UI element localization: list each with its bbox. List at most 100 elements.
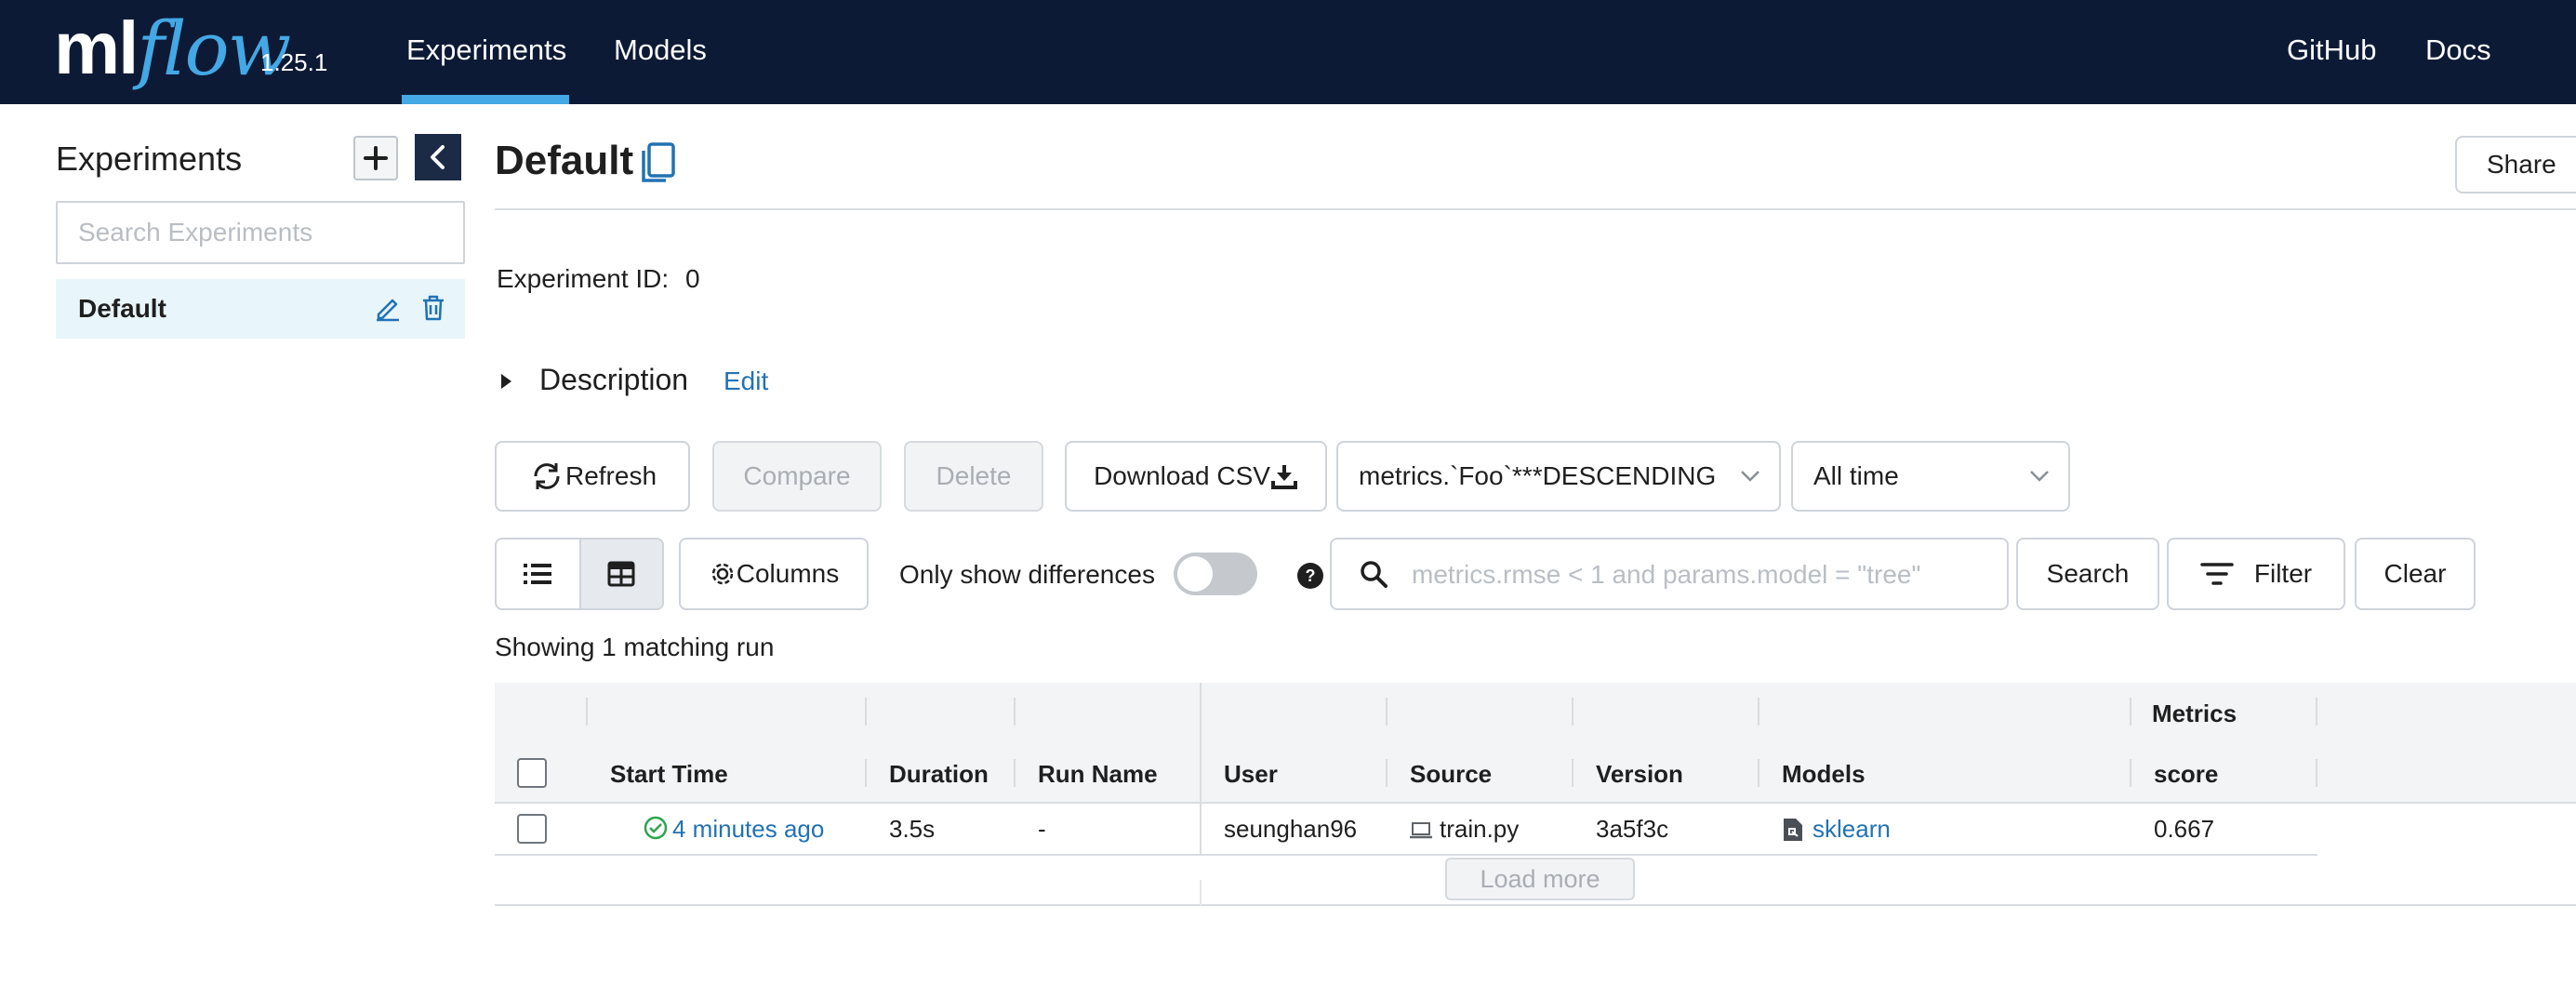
- edit-icon: [377, 299, 399, 322]
- group-col-sep: [1572, 698, 1573, 726]
- run-model-link[interactable]: sklearn: [1812, 815, 1891, 844]
- edit-experiment-button[interactable]: [374, 294, 402, 322]
- column-header-score[interactable]: score: [2154, 760, 2218, 789]
- group-col-sep: [1758, 698, 1759, 726]
- experiment-title: Default: [495, 138, 634, 183]
- description-edit-link[interactable]: Edit: [724, 366, 768, 396]
- columns-button[interactable]: Columns: [679, 538, 869, 610]
- column-header-user[interactable]: User: [1224, 760, 1278, 789]
- col-sep: [1572, 759, 1573, 787]
- run-score: 0.667: [2154, 815, 2215, 843]
- delete-button[interactable]: Delete: [904, 441, 1043, 512]
- run-source[interactable]: train.py: [1440, 815, 1519, 844]
- run-status-indicator: [644, 816, 668, 840]
- download-icon: [1270, 465, 1297, 489]
- header-divider: [495, 208, 2576, 210]
- group-col-sep: [2316, 698, 2317, 726]
- experiment-id-label: Experiment ID:: [497, 264, 670, 293]
- check-circle-icon: [644, 816, 668, 840]
- mlflow-logo[interactable]: ml flow: [54, 4, 291, 93]
- filter-button[interactable]: Filter: [2167, 538, 2345, 610]
- model-type-indicator: [1782, 817, 1804, 843]
- time-range-select[interactable]: All time: [1791, 441, 2070, 512]
- metrics-group-header: Metrics: [2152, 699, 2237, 727]
- search-help-button[interactable]: ?: [1296, 562, 1324, 590]
- column-header-duration[interactable]: Duration: [889, 760, 989, 789]
- table-view-icon: [607, 561, 635, 587]
- nav-docs[interactable]: Docs: [2425, 33, 2491, 67]
- source-type-indicator: [1409, 820, 1433, 841]
- sort-select[interactable]: metrics.`Foo`***DESCENDING: [1336, 441, 1781, 512]
- trash-icon: [423, 295, 444, 321]
- view-mode-toggle: [495, 538, 664, 610]
- load-more-button[interactable]: Load more: [1445, 858, 1635, 900]
- download-csv-label: Download CSV: [1094, 461, 1270, 490]
- nav-active-indicator: [402, 95, 569, 104]
- row-select-checkbox[interactable]: [517, 814, 547, 844]
- column-header-run-name[interactable]: Run Name: [1038, 760, 1158, 789]
- help-icon: ?: [1297, 563, 1323, 589]
- run-start-time-link[interactable]: 4 minutes ago: [672, 815, 824, 844]
- copy-experiment-name-button[interactable]: [640, 141, 677, 184]
- col-sep: [865, 759, 867, 787]
- col-sep: [2316, 759, 2317, 787]
- sidebar-item-default[interactable]: Default: [56, 279, 465, 339]
- filter-label: Filter: [2253, 559, 2313, 588]
- clear-button[interactable]: Clear: [2355, 538, 2476, 610]
- experiment-search-input[interactable]: [56, 201, 465, 264]
- description-label[interactable]: Description: [539, 363, 688, 397]
- logo-ml-text: ml: [54, 7, 139, 89]
- collapse-sidebar-button[interactable]: [415, 134, 461, 180]
- group-col-sep: [865, 698, 867, 726]
- model-file-icon: [1784, 819, 1802, 841]
- group-col-sep: [1386, 698, 1388, 726]
- chevron-down-icon: [2030, 471, 2049, 482]
- table-view-button[interactable]: [578, 539, 662, 608]
- sidebar-item-label: Default: [78, 294, 166, 323]
- top-navigation-bar: ml flow 1.25.1 Experiments Models GitHub …: [0, 0, 2576, 104]
- group-col-sep: [2130, 698, 2131, 726]
- col-sep: [1386, 759, 1388, 787]
- col-sep: [2130, 759, 2131, 787]
- version-label: 1.25.1: [260, 48, 328, 76]
- matching-runs-summary: Showing 1 matching run: [495, 633, 775, 661]
- delete-experiment-button[interactable]: [420, 294, 446, 322]
- run-search-field: [1330, 538, 2009, 610]
- svg-text:?: ?: [1306, 566, 1316, 585]
- compare-button[interactable]: Compare: [712, 441, 882, 512]
- sidebar-title: Experiments: [56, 140, 243, 178]
- only-show-differences-switch[interactable]: [1174, 553, 1257, 595]
- laptop-icon: [1410, 822, 1432, 839]
- group-col-sep: [1014, 698, 1016, 726]
- refresh-button[interactable]: Refresh: [495, 441, 690, 512]
- group-col-sep: [586, 698, 588, 726]
- list-view-button[interactable]: [497, 539, 579, 608]
- column-header-version[interactable]: Version: [1596, 760, 1683, 789]
- table-bottom-rule: [495, 904, 2576, 906]
- runs-table-header: [495, 683, 2576, 804]
- run-search-input[interactable]: [1410, 553, 1986, 597]
- nav-github[interactable]: GitHub: [2287, 33, 2376, 67]
- experiment-id: Experiment ID: 0: [497, 264, 700, 294]
- columns-label: Columns: [736, 559, 840, 588]
- copy-icon: [642, 142, 675, 182]
- column-header-source[interactable]: Source: [1410, 760, 1492, 789]
- chevron-down-icon: [1741, 471, 1759, 482]
- col-sep: [1014, 759, 1016, 787]
- experiment-id-value: 0: [684, 264, 700, 293]
- download-csv-button[interactable]: Download CSV: [1065, 441, 1327, 512]
- gear-icon: [711, 563, 733, 585]
- search-button[interactable]: Search: [2016, 538, 2159, 610]
- search-icon: [1361, 561, 1388, 588]
- column-header-start-time[interactable]: Start Time: [610, 760, 728, 789]
- share-button[interactable]: Share: [2455, 136, 2576, 193]
- description-expand-toggle[interactable]: [498, 372, 513, 391]
- nav-experiments[interactable]: Experiments: [406, 33, 566, 67]
- select-all-checkbox[interactable]: [517, 758, 547, 788]
- nav-models[interactable]: Models: [614, 33, 707, 67]
- plus-icon: [364, 146, 388, 170]
- time-range-value: All time: [1813, 461, 1899, 490]
- run-duration: 3.5s: [889, 815, 936, 843]
- column-header-models[interactable]: Models: [1782, 760, 1866, 789]
- create-experiment-button[interactable]: [353, 136, 398, 180]
